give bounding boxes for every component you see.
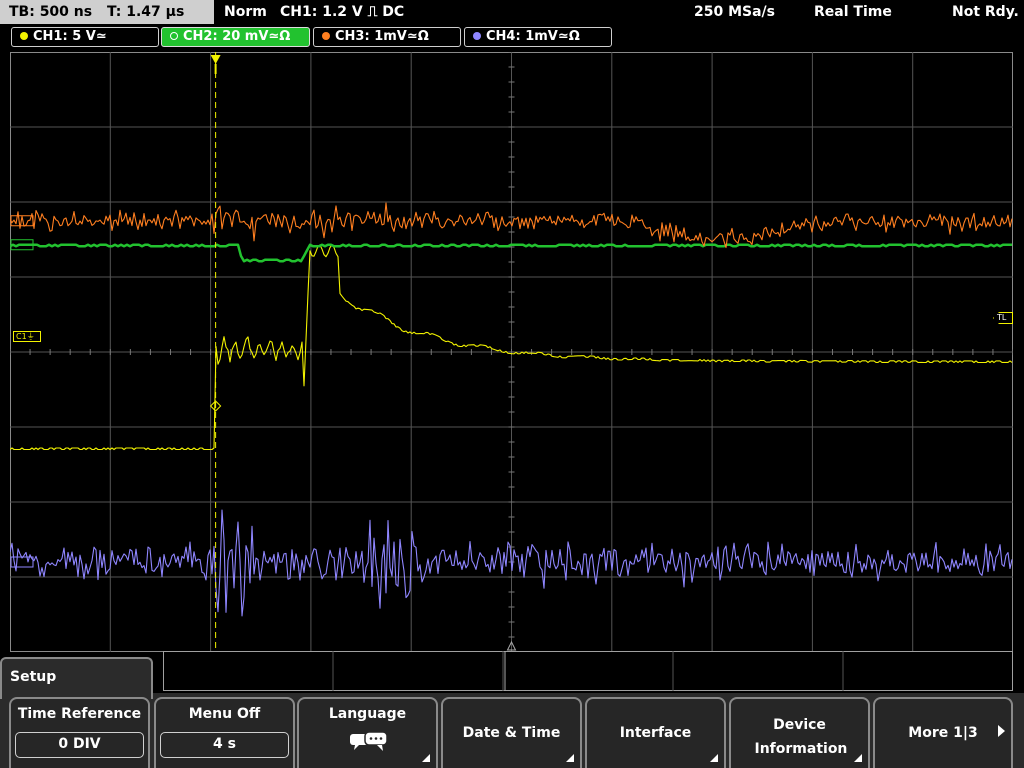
- menu-off-value[interactable]: 4 s: [160, 732, 289, 758]
- ground-icon: ⏚: [26, 332, 35, 341]
- channel-tab-ch3[interactable]: CH3: 1mV≃Ω: [313, 27, 461, 47]
- softkey-label: Menu Off: [188, 706, 261, 722]
- overview-ticks: [332, 651, 844, 691]
- waveform-plot[interactable]: [10, 52, 1013, 652]
- date-time-button[interactable]: Date & Time: [441, 697, 582, 768]
- ready-state: Not Rdy.: [952, 4, 1019, 20]
- next-page-arrow-icon: [998, 725, 1005, 737]
- channel-tab-label: CH1: 5 V≃: [33, 29, 107, 44]
- timebase-value: TB: 500 ns: [9, 4, 93, 20]
- channel-tab-label: CH2: 20 mV≃Ω: [183, 29, 291, 44]
- channel-tab-ch1[interactable]: CH1: 5 V≃: [11, 27, 159, 47]
- trigger-position-icon: [210, 55, 221, 64]
- ch1-color-icon: [20, 32, 28, 40]
- channel-tab-ch4[interactable]: CH4: 1mV≃Ω: [464, 27, 612, 47]
- softkey-label: Device Information: [754, 717, 848, 757]
- ch1-marker-label: C1: [16, 332, 27, 341]
- more-button[interactable]: More 1|3: [873, 697, 1013, 768]
- submenu-corner-icon: [566, 754, 574, 762]
- softkey-label: Date & Time: [462, 725, 561, 741]
- time-reference-button[interactable]: Time Reference 0 DIV: [9, 697, 150, 768]
- time-reference-value[interactable]: 0 DIV: [15, 732, 144, 758]
- ch2-color-icon: [170, 32, 178, 40]
- status-bar: TB: 500 ns T: 1.47 µs Norm CH1: 1.2 V ⎍ …: [0, 0, 1024, 24]
- softkey-label: More 1|3: [908, 725, 978, 741]
- submenu-corner-icon: [854, 754, 862, 762]
- softkey-label: Interface: [619, 725, 692, 741]
- timebase-box[interactable]: TB: 500 ns T: 1.47 µs: [0, 0, 214, 24]
- sample-rate: 250 MSa/s: [694, 4, 776, 20]
- trigger-time-value: T: 1.47 µs: [106, 4, 185, 20]
- submenu-corner-icon: [710, 754, 718, 762]
- softkey-label: Time Reference: [17, 706, 142, 722]
- interface-button[interactable]: Interface: [585, 697, 726, 768]
- ch4-color-icon: [473, 32, 481, 40]
- zoom-overview-area: [163, 651, 1013, 691]
- channel-tab-ch2[interactable]: CH2: 20 mV≃Ω: [161, 27, 310, 47]
- overview-frame: [163, 651, 1013, 691]
- trigger-info[interactable]: CH1: 1.2 V ⎍ DC: [280, 0, 404, 24]
- acquisition-mode[interactable]: Norm: [224, 0, 267, 24]
- channel-tab-label: CH3: 1mV≃Ω: [335, 29, 429, 44]
- speech-bubbles-icon: [350, 731, 388, 751]
- real-time-mode: Real Time: [814, 4, 892, 20]
- trigger-level-label: TL: [997, 313, 1007, 322]
- softkey-label: Language: [328, 706, 407, 722]
- channel-tab-label: CH4: 1mV≃Ω: [486, 29, 580, 44]
- ch1-offset-marker[interactable]: C1⏚: [13, 331, 41, 342]
- menu-title: Setup: [0, 657, 153, 699]
- language-button[interactable]: Language: [297, 697, 438, 768]
- submenu-corner-icon: [422, 754, 430, 762]
- ch3-color-icon: [322, 32, 330, 40]
- device-information-button[interactable]: Device Information: [729, 697, 870, 768]
- waveform-display[interactable]: C1⏚ TL: [10, 52, 1013, 652]
- menu-off-button[interactable]: Menu Off 4 s: [154, 697, 295, 768]
